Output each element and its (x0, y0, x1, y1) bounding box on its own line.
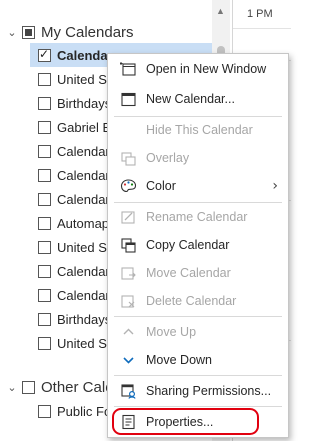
menu-separator (114, 202, 282, 203)
calendar-checkbox[interactable] (38, 72, 51, 86)
chevron-down-icon (123, 357, 134, 364)
calendar-checkbox[interactable] (38, 240, 51, 254)
palette-icon (120, 179, 137, 193)
group-checkbox[interactable] (22, 25, 35, 39)
menu-label: Move Up (146, 325, 197, 339)
calendar-checkbox[interactable] (38, 216, 51, 230)
calendar-item-label: Calendar (57, 143, 110, 159)
other-calendars-label: Other Cale (41, 378, 114, 396)
overlay-icon (121, 152, 136, 166)
context-menu: Open in New Window New Calendar... Hide … (107, 53, 289, 438)
chevron-right-icon: › (272, 178, 278, 194)
calendar-checkbox[interactable] (38, 168, 51, 182)
calendar-item-label: Calendar (57, 191, 110, 207)
calendar-checkbox[interactable] (38, 47, 51, 62)
calendar-checkbox[interactable] (38, 96, 51, 110)
highlight-annotation (112, 408, 259, 435)
calendar-item-label: Birthdays (57, 95, 112, 111)
menu-label: New Calendar... (146, 92, 235, 106)
menu-new-calendar[interactable]: New Calendar... (108, 87, 288, 111)
calendar-checkbox[interactable] (38, 336, 51, 350)
other-calendars-group[interactable]: ⌄ Other Cale (0, 375, 114, 399)
menu-label: Overlay (146, 151, 190, 165)
menu-sharing-permissions[interactable]: Sharing Permissions... (108, 379, 288, 403)
chevron-down-icon[interactable]: ⌄ (4, 26, 20, 39)
calendar-item-label: Birthdays (57, 311, 112, 327)
menu-label: Copy Calendar (146, 238, 230, 252)
menu-separator (114, 406, 282, 407)
new-window-icon (120, 62, 136, 76)
menu-open-new-window[interactable]: Open in New Window (108, 57, 288, 81)
move-icon (121, 267, 136, 280)
calendar-icon (121, 92, 136, 107)
calendar-item-label: Public Fol (57, 403, 115, 419)
calendar-item-label: Calendar (57, 287, 110, 303)
menu-move-calendar[interactable]: Move Calendar (108, 261, 288, 285)
menu-label: Move Down (146, 353, 212, 367)
menu-separator (114, 375, 282, 376)
menu-rename-calendar[interactable]: Rename Calendar (108, 205, 288, 229)
calendar-checkbox[interactable] (38, 264, 51, 278)
scroll-up-icon[interactable]: ▲ (216, 6, 225, 16)
time-slot-label: 1 PM (247, 8, 273, 20)
menu-label: Move Calendar (146, 266, 231, 280)
calendar-checkbox[interactable] (38, 288, 51, 302)
my-calendars-label: My Calendars (41, 23, 134, 41)
menu-label: Delete Calendar (146, 294, 237, 308)
calendar-checkbox[interactable] (38, 312, 51, 326)
rename-icon (121, 211, 135, 224)
menu-delete-calendar[interactable]: Delete Calendar (108, 289, 288, 313)
menu-color[interactable]: Color › (108, 174, 288, 198)
group-checkbox[interactable] (22, 380, 35, 394)
menu-label: Hide This Calendar (146, 123, 253, 137)
menu-move-up[interactable]: Move Up (108, 320, 288, 344)
menu-label: Color (146, 179, 176, 193)
menu-separator (114, 116, 282, 117)
menu-hide-calendar[interactable]: Hide This Calendar (108, 118, 288, 142)
calendar-checkbox[interactable] (38, 144, 51, 158)
calendar-checkbox[interactable] (38, 120, 51, 134)
menu-overlay[interactable]: Overlay (108, 146, 288, 170)
calendar-checkbox[interactable] (38, 192, 51, 206)
chevron-down-icon[interactable]: ⌄ (4, 381, 20, 394)
calendar-item-label: Calendar (57, 47, 113, 63)
menu-label: Rename Calendar (146, 210, 248, 224)
menu-label: Sharing Permissions... (146, 384, 272, 398)
grid-line (233, 28, 291, 29)
menu-label: Open in New Window (146, 62, 267, 76)
my-calendars-group[interactable]: ⌄ My Calendars (0, 20, 134, 44)
menu-move-down[interactable]: Move Down (108, 348, 288, 372)
calendar-checkbox[interactable] (38, 404, 51, 418)
copy-icon (121, 238, 136, 253)
delete-icon (121, 295, 135, 308)
chevron-up-icon (123, 328, 134, 335)
menu-separator (114, 316, 282, 317)
calendar-item-label: Calendar (57, 263, 110, 279)
calendar-item-label: Automapt (57, 215, 113, 231)
menu-copy-calendar[interactable]: Copy Calendar (108, 233, 288, 257)
calendar-item-label: Calendar (57, 167, 110, 183)
sharing-permissions-icon (121, 384, 136, 399)
